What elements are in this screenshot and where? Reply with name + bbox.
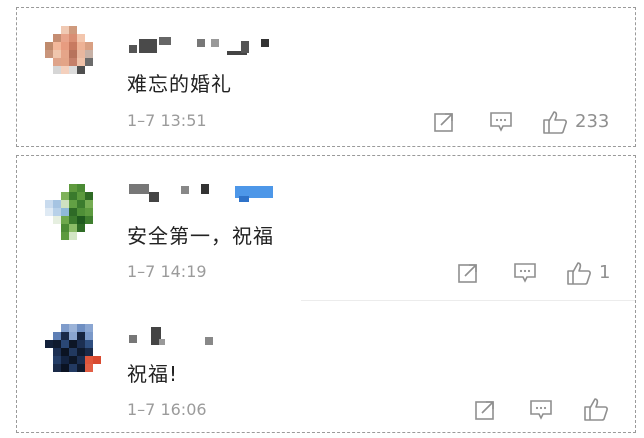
share-icon[interactable] <box>457 262 479 284</box>
comment-text: 安全第一，祝福 <box>127 224 274 248</box>
share-icon[interactable] <box>474 399 496 421</box>
avatar[interactable] <box>45 184 109 248</box>
comment-text: 难忘的婚礼 <box>127 72 232 96</box>
avatar[interactable] <box>45 324 109 388</box>
comment-icon[interactable] <box>513 262 537 284</box>
like-icon[interactable] <box>566 260 592 286</box>
comment-time: 1–7 14:19 <box>127 262 207 281</box>
comment-text: 祝福! <box>127 362 179 386</box>
comment-time: 1–7 16:06 <box>127 400 207 419</box>
like-icon[interactable] <box>542 109 568 135</box>
share-icon[interactable] <box>433 111 455 133</box>
comment-card-2: 安全第一，祝福 1–7 14:19 1 祝福! 1–7 16:06 <box>16 155 636 433</box>
like-count: 1 <box>599 262 611 283</box>
like-icon[interactable] <box>583 396 609 422</box>
comment-icon[interactable] <box>489 111 513 133</box>
like-count: 233 <box>575 111 610 132</box>
divider <box>301 300 635 301</box>
avatar[interactable] <box>45 26 109 90</box>
comment-time: 1–7 13:51 <box>127 111 207 130</box>
comment-icon[interactable] <box>529 399 553 421</box>
comment-card-1: 难忘的婚礼 1–7 13:51 233 <box>16 7 636 147</box>
